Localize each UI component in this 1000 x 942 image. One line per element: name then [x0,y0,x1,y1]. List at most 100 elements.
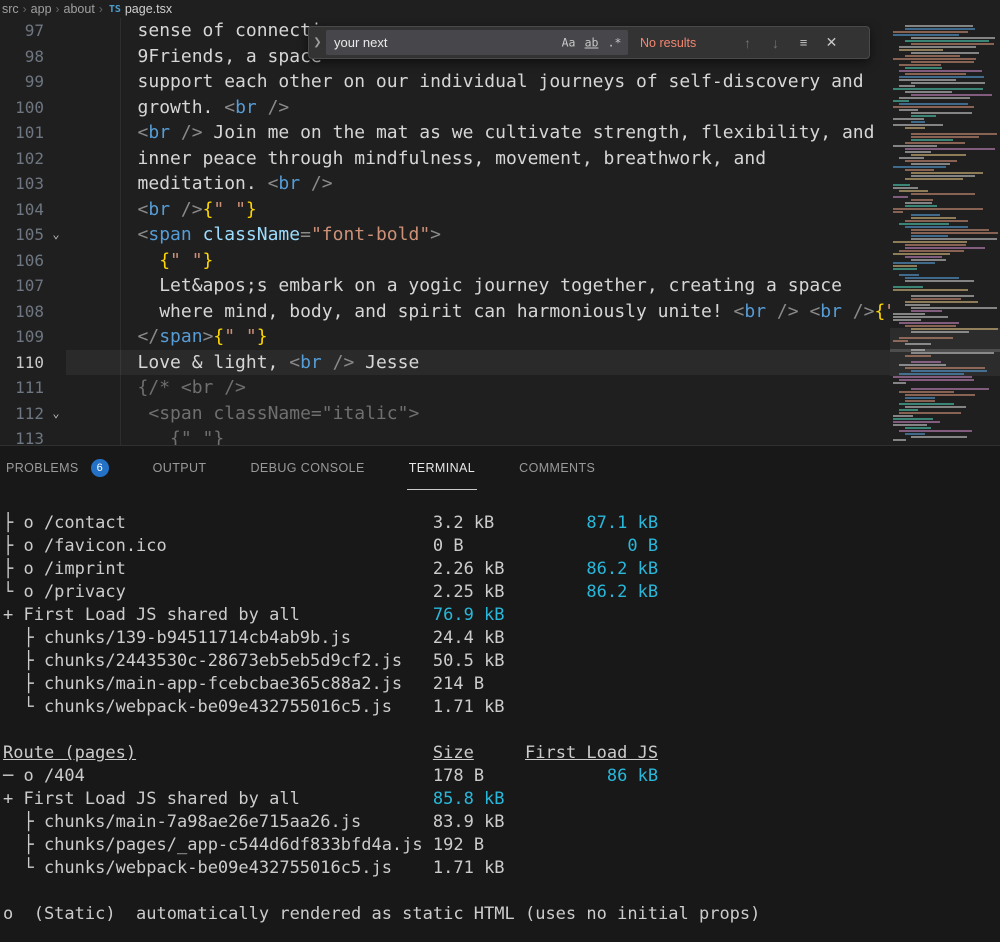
breadcrumb-item-src[interactable]: src [2,2,19,16]
minimap-line [911,259,946,261]
minimap[interactable] [890,18,1000,445]
minimap-line [893,415,913,417]
panel-tab-terminal[interactable]: TERMINAL [407,446,477,490]
code-line-text: where mind, body, and spirit can harmoni… [68,299,929,325]
minimap-line [899,373,964,375]
minimap-line [905,397,935,399]
minimap-line [911,214,940,216]
minimap-line [911,217,956,219]
line-number: 104 [0,197,44,223]
line-number: 111 [0,375,44,401]
panel-tab-problems[interactable]: PROBLEMS6 [4,446,111,490]
minimap-line [893,286,923,288]
minimap-line [911,52,979,54]
panel-tab-comments[interactable]: COMMENTS [517,446,597,490]
code-line[interactable]: 108 where mind, body, and spirit can har… [0,299,1000,325]
minimap-line [899,76,984,78]
code-line-text: 9Friends, a space [68,44,322,70]
minimap-line [893,313,925,315]
fold-chevron-icon[interactable]: ⌄ [44,401,68,427]
fold-gutter [44,69,68,95]
fold-chevron-icon[interactable]: ⌄ [44,222,68,248]
tab-label: DEBUG CONSOLE [250,461,364,475]
find-in-selection-button[interactable]: ≡ [791,30,816,55]
code-lines: 97 sense of connecti98 9Friends, a space… [0,18,1000,445]
code-line[interactable]: 103 meditation. <br /> [0,171,1000,197]
terminal-line [3,719,1000,742]
selection-icon: ≡ [800,35,808,50]
minimap-line [893,208,983,210]
minimap-line [899,274,919,276]
code-line-text: Let&apos;s embark on a yogic journey tog… [68,273,842,299]
code-line[interactable]: 101 <br /> Join me on the mat as we cult… [0,120,1000,146]
code-line[interactable]: 113 {" "} [0,426,1000,445]
minimap-line [911,328,998,330]
minimap-line [905,91,952,93]
minimap-line [899,64,941,66]
terminal-line: └ chunks/webpack-be09e432755016c5.js 1.7… [3,696,1000,719]
panel-tab-debug-console[interactable]: DEBUG CONSOLE [248,446,366,490]
code-line[interactable]: 110 Love & light, <br /> Jesse [0,350,1000,376]
minimap-line [893,262,935,264]
minimap-line [911,115,936,117]
minimap-line [905,325,956,327]
minimap-line [905,28,975,30]
toggle-replace-button[interactable]: ❯ [309,27,326,58]
minimap-line [893,106,974,108]
breadcrumb-item-about[interactable]: about [64,2,95,16]
code-line[interactable]: 99 support each other on our individual … [0,69,1000,95]
code-line[interactable]: 105⌄ <span className="font-bold"> [0,222,1000,248]
minimap-line [911,388,989,390]
find-next-button[interactable]: ↓ [763,30,788,55]
minimap-line [911,163,950,165]
code-line[interactable]: 100 growth. <br /> [0,95,1000,121]
code-line-text: Love & light, <br /> Jesse [68,350,419,376]
minimap-line [911,235,948,237]
minimap-line [905,40,989,42]
code-line[interactable]: 104 <br />{" "} [0,197,1000,223]
match-case-button[interactable]: Aa [558,33,579,52]
panel-tab-output[interactable]: OUTPUT [151,446,209,490]
code-line[interactable]: 102 inner peace through mindfulness, mov… [0,146,1000,172]
minimap-line [905,25,973,27]
editor[interactable]: 97 sense of connecti98 9Friends, a space… [0,18,1000,445]
code-line-text: inner peace through mindfulness, movemen… [68,146,766,172]
minimap-line [893,88,983,90]
code-line[interactable]: 106 {" "} [0,248,1000,274]
minimap-line [893,424,927,426]
breadcrumb-file-name[interactable]: page.tsx [125,2,172,16]
minimap-line [893,211,903,213]
minimap-line [899,379,974,381]
code-line[interactable]: 107 Let&apos;s embark on a yogic journey… [0,273,1000,299]
minimap-line [893,340,908,342]
line-number: 106 [0,248,44,274]
minimap-line [899,322,959,324]
minimap-line [899,364,946,366]
code-line-text: support each other on our individual jou… [68,69,864,95]
minimap-line [911,94,992,96]
minimap-line [911,121,925,123]
code-line[interactable]: 111 {/* <br /> [0,375,1000,401]
minimap-line [911,298,961,300]
regex-button[interactable]: .* [604,33,625,52]
minimap-line [905,160,957,162]
terminal-output[interactable]: ├ o /contact 3.2 kB 87.1 kB├ o /favicon.… [0,490,1000,926]
whole-word-button[interactable]: ab [581,33,602,52]
breadcrumb: src›app›about›TSpage.tsx [0,0,1000,18]
minimap-line [899,103,968,105]
breadcrumb-item-app[interactable]: app [31,2,52,16]
minimap-line [899,49,943,51]
find-previous-button[interactable]: ↑ [735,30,760,55]
minimap-line [905,142,965,144]
code-line[interactable]: 109 </span>{" "} [0,324,1000,350]
line-number: 112 [0,401,44,427]
terminal-line: ├ chunks/main-app-fcebcbae365c88a2.js 21… [3,673,1000,696]
code-line[interactable]: 112⌄ <span className="italic"> [0,401,1000,427]
find-close-button[interactable]: ✕ [819,30,844,55]
close-icon: ✕ [826,34,838,50]
line-number: 102 [0,146,44,172]
minimap-line [893,265,917,267]
minimap-line [893,100,909,102]
minimap-line [893,31,968,33]
code-line-text: {" "} [68,248,213,274]
